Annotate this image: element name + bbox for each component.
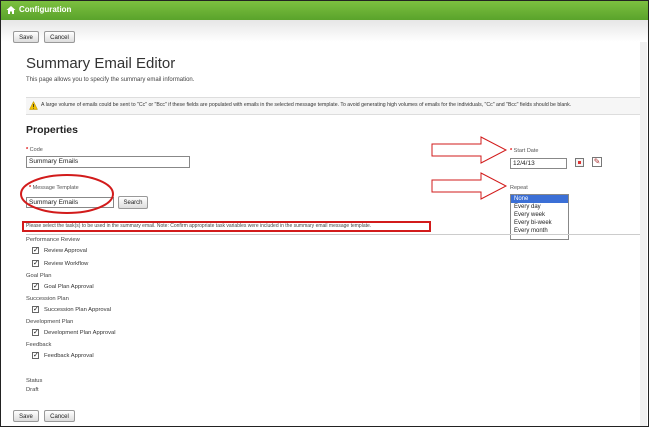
repeat-option-every-day[interactable]: Every day <box>511 203 568 211</box>
required-marker: * <box>510 148 513 154</box>
edit-icon[interactable]: ✎ <box>592 157 602 167</box>
task-label: Feedback Approval <box>44 353 94 359</box>
start-date-label: * Start Date <box>510 148 538 154</box>
start-date-label-text: Start Date <box>513 148 539 154</box>
group-development-plan: Development Plan <box>26 319 74 325</box>
save-button-top[interactable]: Save <box>13 31 39 43</box>
group-feedback: Feedback <box>26 342 52 348</box>
checkbox-checked-icon[interactable]: ✓ <box>32 306 39 313</box>
repeat-option-every-week[interactable]: Every week <box>511 211 568 219</box>
scrollbar[interactable] <box>640 42 647 426</box>
calendar-icon[interactable] <box>575 158 584 167</box>
task-label: Review Workflow <box>44 261 89 267</box>
checkbox-checked-icon[interactable]: ✓ <box>32 247 39 254</box>
group-goal-plan: Goal Plan <box>26 273 52 279</box>
app-title: Configuration <box>19 5 72 14</box>
annotation-arrow-start-date <box>431 136 508 164</box>
checkbox-checked-icon[interactable]: ✓ <box>32 352 39 359</box>
divider <box>26 234 641 235</box>
checkbox-checked-icon[interactable]: ✓ <box>32 283 39 290</box>
repeat-option-none[interactable]: None <box>511 195 568 203</box>
top-bar: Configuration <box>1 1 648 20</box>
annotation-arrow-repeat <box>431 172 508 200</box>
message-template-label-text: Message Template <box>32 185 79 191</box>
code-label-text: Code <box>29 147 43 153</box>
group-performance-review: Performance Review <box>26 237 80 243</box>
message-template-label: * Message Template <box>29 185 79 191</box>
repeat-label: Repeat <box>510 185 528 191</box>
status-label: Status <box>26 378 43 384</box>
task-label: Succession Plan Approval <box>44 307 112 313</box>
page-title: Summary Email Editor <box>26 55 176 72</box>
home-icon[interactable] <box>6 5 16 15</box>
task-label: Development Plan Approval <box>44 330 116 336</box>
cancel-button-top[interactable]: Cancel <box>44 31 75 43</box>
group-succession-plan: Succession Plan <box>26 296 69 302</box>
code-input[interactable]: Summary Emails <box>26 156 190 168</box>
required-marker: * <box>29 185 32 191</box>
toolbar-area <box>1 20 648 42</box>
warning-banner: A large volume of emails could be sent t… <box>26 97 641 115</box>
page-subtitle: This page allows you to specify the summ… <box>26 77 195 83</box>
warning-icon <box>29 101 38 110</box>
start-date-input[interactable]: 12/4/13 <box>510 158 567 169</box>
properties-heading: Properties <box>26 124 78 136</box>
search-button[interactable]: Search <box>118 196 148 209</box>
cancel-button-bottom[interactable]: Cancel <box>44 410 75 422</box>
checkbox-checked-icon[interactable]: ✓ <box>32 329 39 336</box>
message-template-input[interactable]: Summary Emails <box>26 197 114 208</box>
checkbox-checked-icon[interactable]: ✓ <box>32 260 39 267</box>
page-frame: Configuration Save Cancel Summary Email … <box>0 0 649 427</box>
code-label: * Code <box>26 147 43 153</box>
status-value: Draft <box>26 387 39 393</box>
tasks-notice: Please select the task(s) to be used in … <box>22 221 431 232</box>
task-label: Goal Plan Approval <box>44 284 94 290</box>
warning-text: A large volume of emails could be sent t… <box>41 102 572 108</box>
task-label: Review Approval <box>44 248 88 254</box>
repeat-option-every-bi-week[interactable]: Every bi-week <box>511 219 568 227</box>
save-button-bottom[interactable]: Save <box>13 410 39 422</box>
required-marker: * <box>26 147 29 153</box>
